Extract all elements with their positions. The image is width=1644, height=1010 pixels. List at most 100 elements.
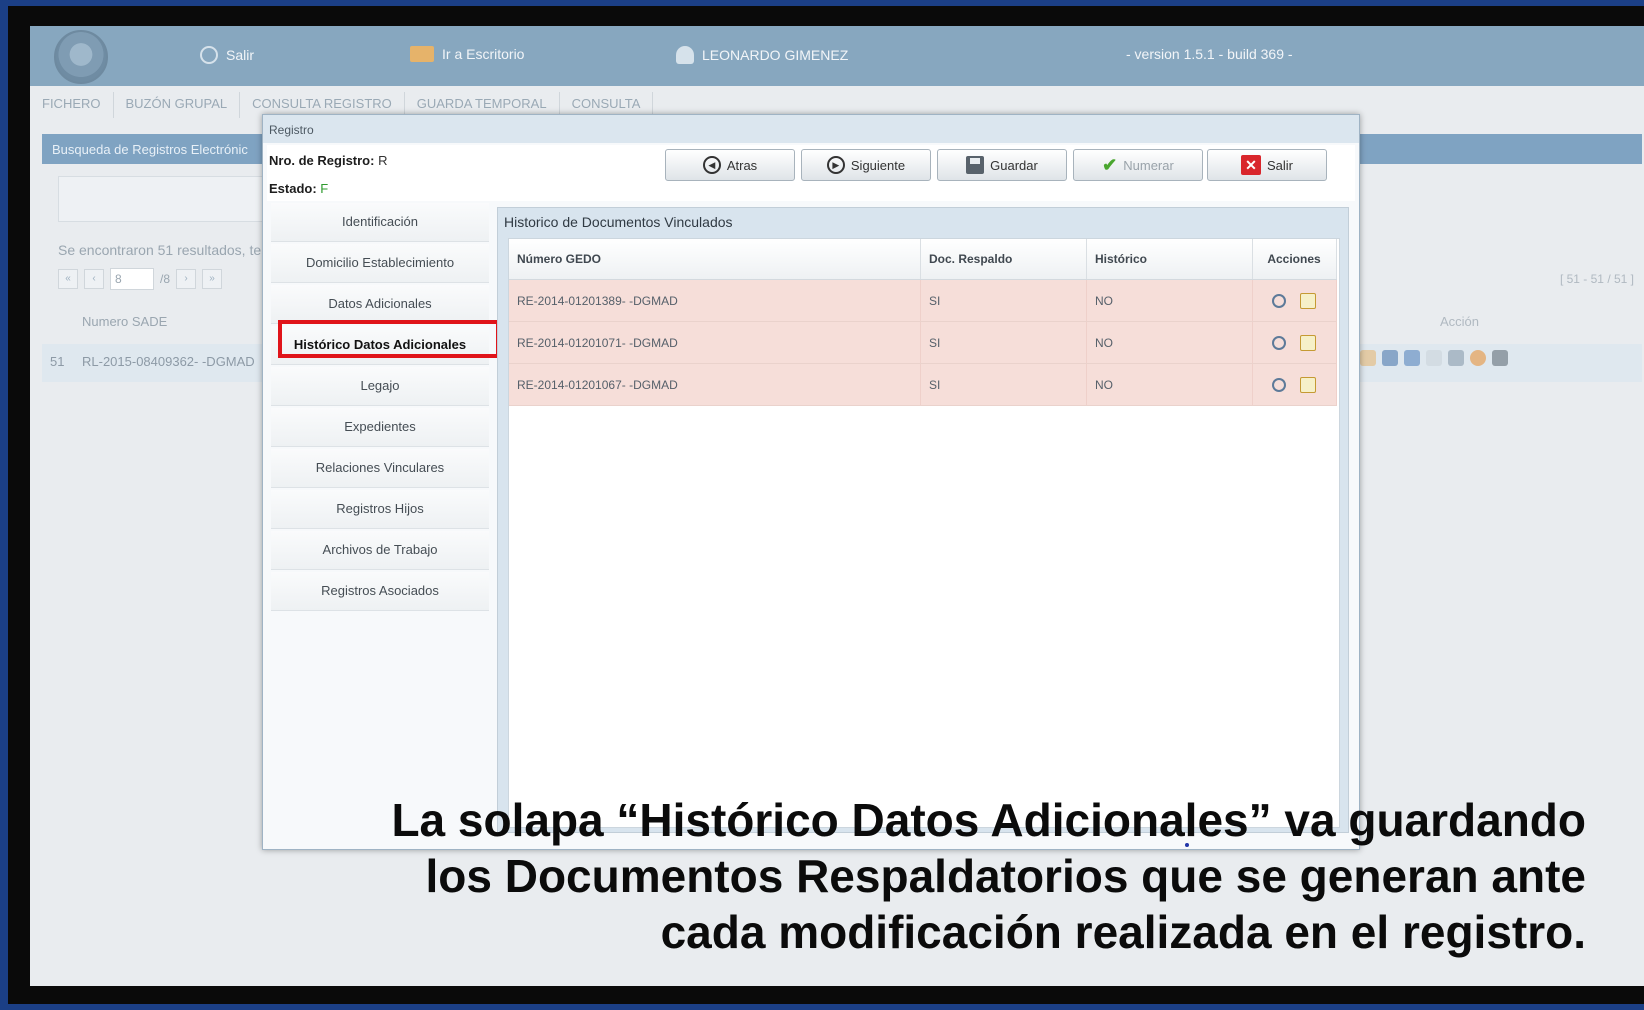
cell-numero-gedo: RE-2014-01201071- -DGMAD	[509, 321, 921, 364]
users-icon[interactable]	[1404, 350, 1420, 366]
prev-page-button[interactable]: ‹	[84, 269, 104, 289]
first-page-button[interactable]: «	[58, 269, 78, 289]
row-index: 51	[50, 354, 65, 369]
edit-icon[interactable]	[1299, 376, 1316, 393]
search-panel-title: Busqueda de Registros Electrónic	[52, 142, 248, 157]
desk-label: Ir a Escritorio	[442, 46, 525, 62]
numerar-button[interactable]: ✔ Numerar	[1073, 149, 1203, 181]
panel-title: Historico de Documentos Vinculados	[504, 214, 733, 230]
siguiente-button[interactable]: ▶ Siguiente	[801, 149, 931, 181]
cell-historico: NO	[1086, 363, 1253, 406]
slide-caption: La solapa “Histórico Datos Adicionales” …	[391, 792, 1586, 960]
caption-line-1: La solapa “Histórico Datos Adicionales” …	[391, 794, 1586, 846]
power-icon	[200, 46, 218, 64]
desk-link[interactable]: Ir a Escritorio	[410, 46, 524, 62]
header-numero-gedo[interactable]: Número GEDO	[509, 239, 921, 280]
next-page-button[interactable]: ›	[176, 269, 197, 289]
documents-table: Número GEDO Doc. Respaldo Histórico Acci…	[509, 239, 1337, 406]
caption-line-2: los Documentos Respaldatorios que se gen…	[425, 850, 1586, 902]
sidebar-item-registros-asociados[interactable]: Registros Asociados	[271, 572, 489, 611]
estado-value: F	[320, 181, 329, 196]
version-text: - version 1.5.1 - build 369 -	[1126, 46, 1293, 62]
header-historico[interactable]: Histórico	[1086, 239, 1253, 280]
sidebar-item-legajo[interactable]: Legajo	[271, 367, 489, 406]
page-total: /8	[160, 272, 171, 286]
slide-frame: Salir Ir a Escritorio LEONARDO GIMENEZ -…	[8, 6, 1644, 1004]
nro-label: Nro. de Registro:	[269, 153, 375, 168]
siguiente-label: Siguiente	[850, 157, 906, 173]
close-icon: ✕	[1240, 155, 1261, 175]
document-icon[interactable]	[1382, 350, 1398, 366]
user-icon	[676, 46, 694, 64]
exit-link[interactable]: Salir	[200, 46, 254, 64]
save-icon	[966, 156, 985, 174]
header-doc-respaldo[interactable]: Doc. Respaldo	[920, 239, 1087, 280]
folder-icon[interactable]	[1360, 350, 1376, 366]
cell-historico: NO	[1086, 279, 1253, 322]
cell-numero-gedo: RE-2014-01201389- -DGMAD	[509, 279, 921, 322]
highlight-box	[278, 320, 500, 358]
table-row[interactable]: RE-2014-01201071- -DGMAD SI NO	[509, 321, 1337, 364]
circle-icon[interactable]	[1470, 350, 1486, 366]
cell-numero-gedo: RE-2014-01201067- -DGMAD	[509, 363, 921, 406]
page-input[interactable]: 8	[110, 268, 154, 290]
page-icon[interactable]	[1426, 350, 1442, 366]
historico-panel: Historico de Documentos Vinculados Númer…	[497, 207, 1349, 847]
dialog-title-bar: Registro	[263, 115, 1359, 143]
exit-label: Salir	[226, 47, 255, 63]
arrow-icon[interactable]	[1448, 350, 1464, 366]
atras-label: Atras	[726, 157, 758, 173]
guardar-button[interactable]: Guardar	[937, 149, 1067, 181]
view-icon[interactable]	[1272, 377, 1287, 392]
cell-doc-respaldo: SI	[920, 279, 1087, 322]
sidebar-item-datos-adicionales[interactable]: Datos Adicionales	[271, 285, 489, 324]
nro-value: R	[378, 153, 388, 168]
user-info: LEONARDO GIMENEZ	[676, 46, 848, 64]
sidebar-item-registros-hijos[interactable]: Registros Hijos	[271, 490, 489, 529]
view-icon[interactable]	[1272, 335, 1287, 350]
view-icon[interactable]	[1272, 293, 1287, 308]
nro-registro: Nro. de Registro: R	[269, 153, 387, 168]
grid-icon[interactable]	[1492, 350, 1508, 366]
top-bar: Salir Ir a Escritorio LEONARDO GIMENEZ -…	[30, 26, 1644, 86]
registro-dialog: Registro Nro. de Registro: R Estado: F ◀…	[262, 114, 1360, 850]
sidebar-item-archivos-trabajo[interactable]: Archivos de Trabajo	[271, 531, 489, 570]
cell-acciones	[1252, 363, 1337, 406]
dialog-sidebar: Identificación Domicilio Establecimiento…	[271, 203, 489, 613]
app-screen: Salir Ir a Escritorio LEONARDO GIMENEZ -…	[30, 26, 1644, 986]
estado-label: Estado:	[269, 181, 317, 196]
table-row[interactable]: RE-2014-01201067- -DGMAD SI NO	[509, 363, 1337, 406]
table-row[interactable]: RE-2014-01201389- -DGMAD SI NO	[509, 279, 1337, 322]
cell-doc-respaldo: SI	[920, 363, 1087, 406]
edit-icon[interactable]	[1299, 292, 1316, 309]
atras-button[interactable]: ◀ Atras	[665, 149, 795, 181]
tab-fichero[interactable]: FICHERO	[30, 92, 114, 118]
pager: « ‹ 8 /8 › »	[58, 268, 223, 290]
folder-icon	[410, 46, 434, 62]
tab-buzon-grupal[interactable]: BUZÓN GRUPAL	[114, 92, 241, 118]
sidebar-item-expedientes[interactable]: Expedientes	[271, 408, 489, 447]
search-filter-box	[58, 176, 270, 222]
cell-doc-respaldo: SI	[920, 321, 1087, 364]
sidebar-item-relaciones-vinculares[interactable]: Relaciones Vinculares	[271, 449, 489, 488]
edit-icon[interactable]	[1299, 334, 1316, 351]
user-name: LEONARDO GIMENEZ	[702, 47, 849, 63]
sidebar-item-identificacion[interactable]: Identificación	[271, 203, 489, 242]
column-header-accion: Acción	[1440, 314, 1480, 329]
salir-button[interactable]: ✕ Salir	[1207, 149, 1327, 181]
results-range: [ 51 - 51 / 51 ]	[1559, 272, 1634, 286]
dialog-title: Registro	[269, 123, 314, 137]
check-icon: ✔	[1102, 155, 1118, 175]
numerar-label: Numerar	[1123, 157, 1174, 173]
last-page-button[interactable]: »	[202, 269, 223, 289]
sidebar-item-domicilio[interactable]: Domicilio Establecimiento	[271, 244, 489, 283]
row-action-icons	[1360, 350, 1508, 366]
results-text: Se encontraron 51 resultados, ter	[58, 242, 266, 258]
logo-icon	[54, 30, 108, 84]
cell-acciones	[1252, 279, 1337, 322]
back-icon: ◀	[702, 156, 721, 174]
table-header-row: Número GEDO Doc. Respaldo Histórico Acci…	[509, 239, 1337, 280]
panel-body: Número GEDO Doc. Respaldo Histórico Acci…	[508, 238, 1340, 847]
header-acciones: Acciones	[1252, 239, 1337, 280]
estado: Estado: F	[269, 181, 328, 196]
